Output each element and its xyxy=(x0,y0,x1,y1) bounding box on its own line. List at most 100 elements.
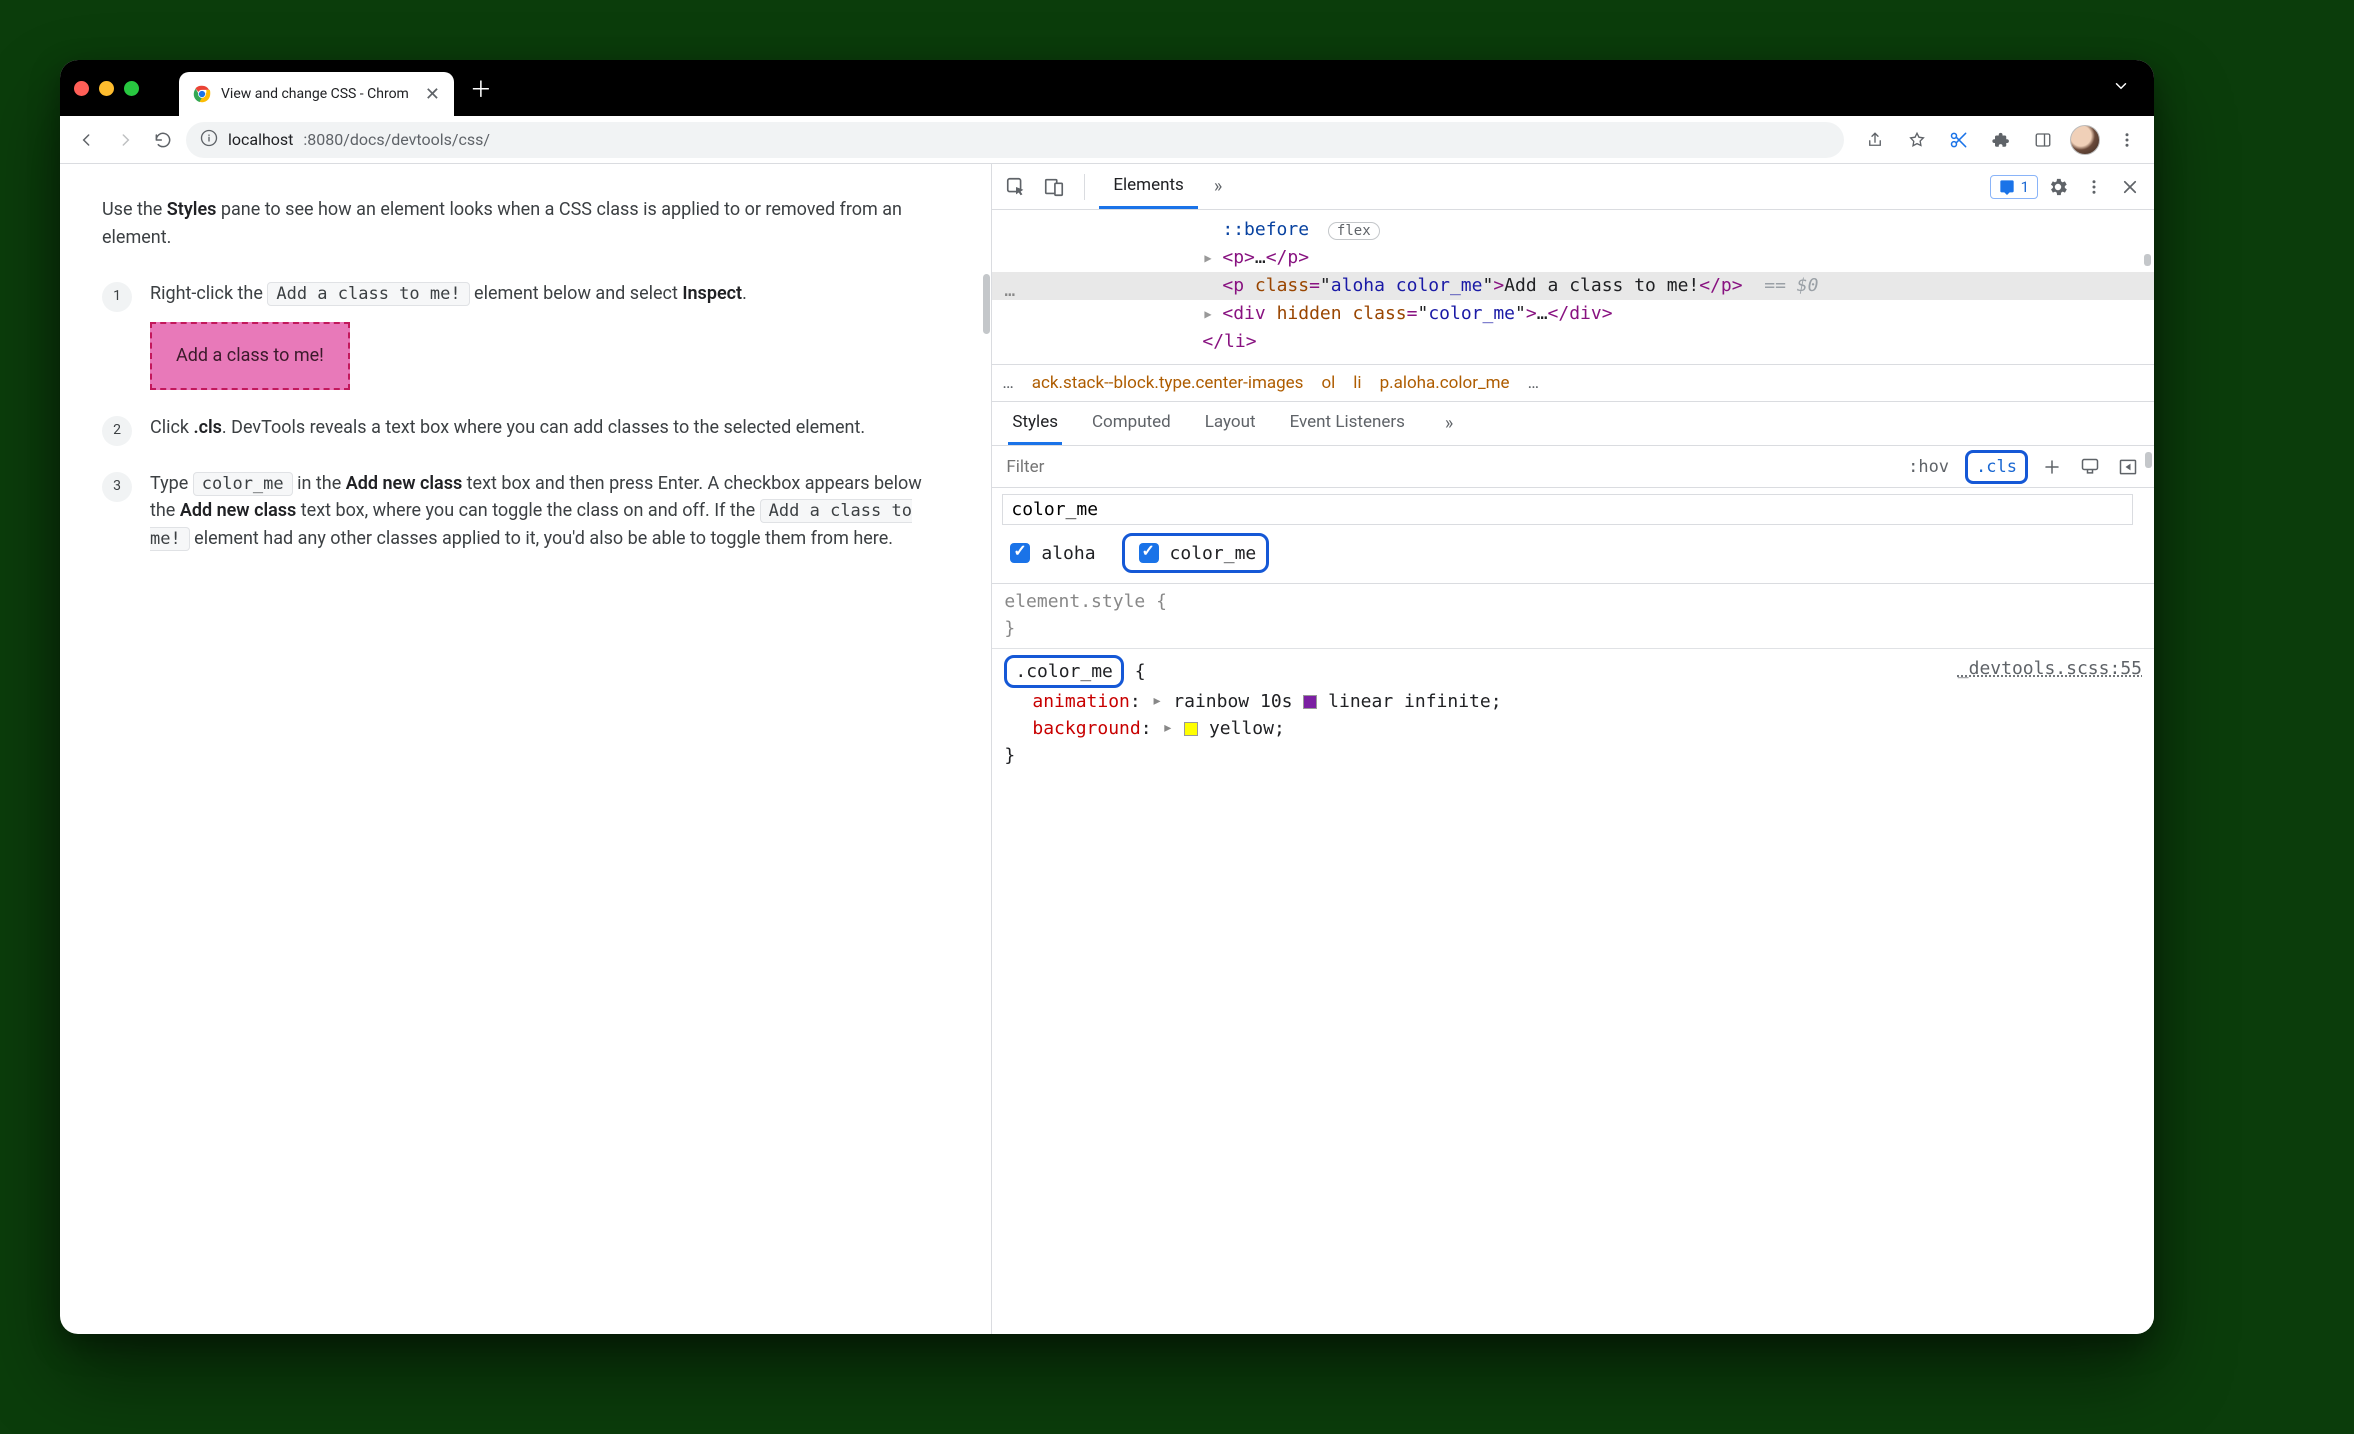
devtools-settings-gear-icon[interactable] xyxy=(2042,171,2074,203)
bookmark-star-icon[interactable] xyxy=(1902,125,1932,155)
code-snippet: Add a class to me! xyxy=(267,282,469,306)
dom-selected-p[interactable]: … <p class="aloha color_me">Add a class … xyxy=(992,272,2154,300)
cls-toggle[interactable]: .cls xyxy=(1965,450,2028,484)
subtab-computed[interactable]: Computed xyxy=(1088,402,1175,445)
new-tab-button[interactable]: ＋ xyxy=(464,71,498,105)
devtools-tabs-overflow-icon[interactable]: » xyxy=(1204,176,1232,197)
hov-toggle[interactable]: :hov xyxy=(1902,452,1955,482)
devtools-tab-elements[interactable]: Elements xyxy=(1099,164,1197,209)
reload-button[interactable] xyxy=(148,125,178,155)
dom-pseudo-before[interactable]: ::before flex xyxy=(992,216,2154,244)
flex-badge[interactable]: flex xyxy=(1328,222,1380,240)
browser-tab-title: View and change CSS - Chrom xyxy=(221,86,409,102)
css-declaration[interactable]: animation: ▸ rainbow 10s linear infinite… xyxy=(1004,688,2142,715)
inspect-element-icon[interactable] xyxy=(1000,171,1032,203)
expand-triangle-icon[interactable]: ▸ xyxy=(1162,714,1173,741)
page-content: Use the Styles pane to see how an elemen… xyxy=(60,164,981,1334)
elements-tree[interactable]: ::before flex ▶ <p>…</p> … <p class="alo… xyxy=(992,210,2154,364)
chrome-favicon-icon xyxy=(193,85,211,103)
device-toggle-icon[interactable] xyxy=(1038,171,1070,203)
crumb-item-selected[interactable]: p.aloha.color_me xyxy=(1380,373,1510,393)
expand-triangle-icon[interactable]: ▶ xyxy=(1204,306,1211,323)
window-menu-chevron-icon[interactable] xyxy=(2102,77,2140,100)
url-path: :8080/docs/devtools/css/ xyxy=(303,130,490,149)
dom-li-close[interactable]: </li> xyxy=(992,328,2154,356)
tab-close-icon[interactable]: ✕ xyxy=(425,84,440,105)
toolbar: localhost :8080/docs/devtools/css/ xyxy=(60,116,2154,164)
sidepanel-icon[interactable] xyxy=(2028,125,2058,155)
close-window-icon[interactable] xyxy=(74,81,89,96)
crumb-item[interactable]: li xyxy=(1353,373,1361,393)
devtools-menu-icon[interactable] xyxy=(2078,171,2110,203)
rendering-panel-icon[interactable] xyxy=(2114,453,2142,481)
devtools-issues-badge[interactable]: 1 xyxy=(1990,175,2038,199)
dom-div-hidden[interactable]: ▶ <div hidden class="color_me">…</div> xyxy=(992,300,2154,328)
css-declaration[interactable]: background: ▸ yellow; xyxy=(1004,715,2142,742)
class-toggle-aloha[interactable]: aloha xyxy=(1002,538,1099,568)
titlebar: View and change CSS - Chrom ✕ ＋ xyxy=(60,60,2154,116)
browser-menu-icon[interactable] xyxy=(2112,125,2142,155)
subtabs-overflow-icon[interactable]: » xyxy=(1435,413,1463,434)
expand-triangle-icon[interactable]: ▸ xyxy=(1152,687,1163,714)
class-toggle-color-me[interactable]: color_me xyxy=(1122,533,1270,573)
content-split: Use the Styles pane to see how an elemen… xyxy=(60,164,2154,1334)
traffic-lights xyxy=(74,81,139,96)
crumb-overflow-right[interactable]: … xyxy=(1528,373,1539,393)
add-new-class-input[interactable] xyxy=(1002,494,2132,525)
dom-breadcrumbs[interactable]: … ack.stack--block.type.center-images ol… xyxy=(992,364,2154,402)
forward-button[interactable] xyxy=(110,125,140,155)
intro-paragraph: Use the Styles pane to see how an elemen… xyxy=(102,196,945,252)
step-3: 3 Type color_me in the Add new class tex… xyxy=(102,470,945,554)
styles-filter-input[interactable] xyxy=(1004,456,1892,478)
maximize-window-icon[interactable] xyxy=(124,81,139,96)
omnibox[interactable]: localhost :8080/docs/devtools/css/ xyxy=(186,122,1844,158)
dom-p-collapsed[interactable]: ▶ <p>…</p> xyxy=(992,244,2154,272)
scissors-icon[interactable] xyxy=(1944,125,1974,155)
cls-panel: aloha color_me xyxy=(992,488,2154,584)
url-host: localhost xyxy=(228,130,293,149)
expand-triangle-icon[interactable]: ▶ xyxy=(1204,250,1211,267)
step-1: 1 Right-click the Add a class to me! ele… xyxy=(102,280,945,390)
new-style-rule-icon[interactable] xyxy=(2038,453,2066,481)
intro-bold: Styles xyxy=(167,199,217,220)
styles-filter-row: :hov .cls xyxy=(992,446,2154,488)
element-style-block[interactable]: element.style { xyxy=(1004,588,2142,615)
dom-eq-zero: == $0 xyxy=(1764,275,1818,296)
crumb-item[interactable]: ack.stack--block.type.center-images xyxy=(1032,373,1304,393)
computed-styles-sidebar-icon[interactable] xyxy=(2076,453,2104,481)
devtools-panel: Elements » 1 xyxy=(991,164,2154,1334)
code-snippet: color_me xyxy=(193,472,293,496)
selector-color-me[interactable]: .color_me xyxy=(1004,655,1124,688)
sample-classable-element[interactable]: Add a class to me! xyxy=(150,322,350,390)
subtab-layout[interactable]: Layout xyxy=(1201,402,1260,445)
devtools-tabbar: Elements » 1 xyxy=(992,164,2154,210)
stylesheet-source-link[interactable]: _devtools.scss:55 xyxy=(1958,655,2142,688)
browser-window: View and change CSS - Chrom ✕ ＋ localhos… xyxy=(60,60,2154,1334)
site-info-icon[interactable] xyxy=(200,129,218,151)
extensions-puzzle-icon[interactable] xyxy=(1986,125,2016,155)
checkbox-icon[interactable] xyxy=(1010,543,1030,563)
devtools-close-icon[interactable] xyxy=(2114,171,2146,203)
step-number: 2 xyxy=(102,416,132,446)
subtab-styles[interactable]: Styles xyxy=(1008,402,1062,445)
bezier-swatch-icon[interactable] xyxy=(1303,695,1317,709)
styles-scrollbar[interactable] xyxy=(2145,452,2152,468)
minimize-window-icon[interactable] xyxy=(99,81,114,96)
checkbox-icon[interactable] xyxy=(1139,543,1159,563)
styles-subtabs: Styles Computed Layout Event Listeners » xyxy=(992,402,2154,446)
step-number: 3 xyxy=(102,472,132,502)
pane-splitter[interactable] xyxy=(981,164,991,1334)
step-2: 2 Click .cls. DevTools reveals a text bo… xyxy=(102,414,945,446)
browser-tab[interactable]: View and change CSS - Chrom ✕ xyxy=(179,72,454,116)
tab-strip: View and change CSS - Chrom ✕ ＋ xyxy=(179,60,2102,116)
subtab-event-listeners[interactable]: Event Listeners xyxy=(1286,402,1409,445)
crumb-overflow-left[interactable]: … xyxy=(1002,373,1013,393)
color-swatch-icon[interactable] xyxy=(1184,722,1198,736)
profile-avatar[interactable] xyxy=(2070,125,2100,155)
crumb-item[interactable]: ol xyxy=(1321,373,1335,393)
styles-rules[interactable]: element.style { } .color_me { _devtools.… xyxy=(992,584,2154,773)
step-number: 1 xyxy=(102,282,132,312)
share-icon[interactable] xyxy=(1860,125,1890,155)
toolbar-right-icons xyxy=(1852,125,2142,155)
back-button[interactable] xyxy=(72,125,102,155)
